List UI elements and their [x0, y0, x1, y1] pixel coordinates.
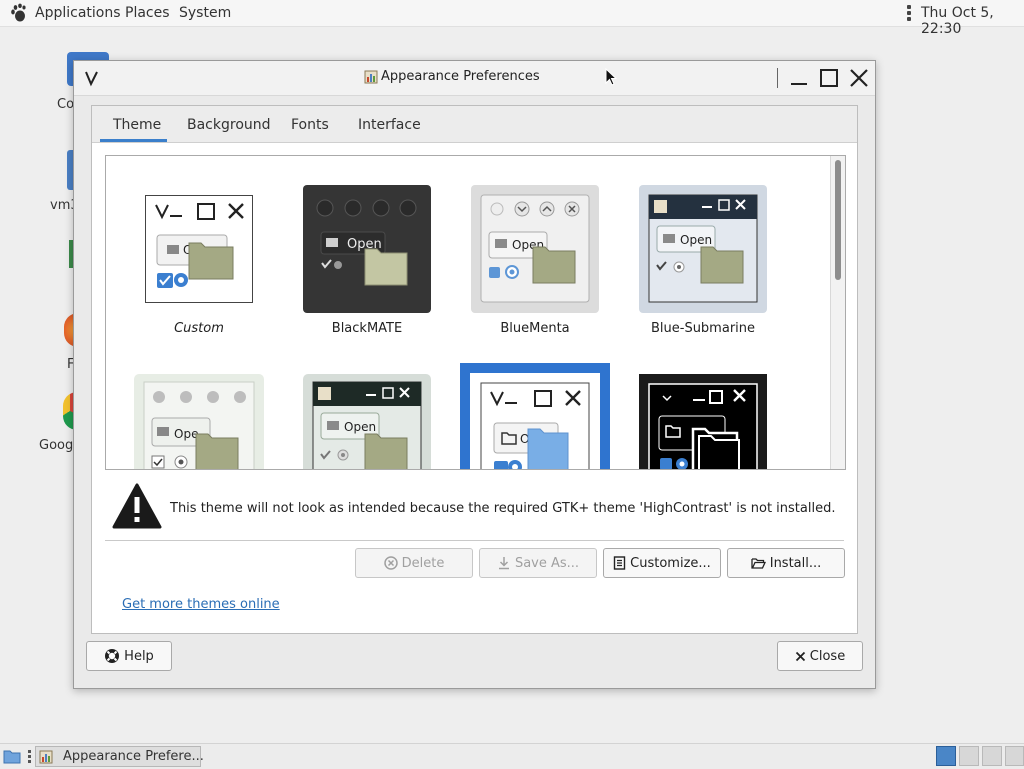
- titlebar-separator: [777, 68, 778, 88]
- tab-background[interactable]: Background: [187, 117, 271, 133]
- desktop-icon-label: Goog: [39, 438, 74, 453]
- theme-thumbnail: O: [460, 363, 610, 469]
- save-as-button[interactable]: Save As...: [479, 548, 597, 578]
- theme-thumbnail: Open: [471, 185, 599, 313]
- maximize-icon[interactable]: [818, 67, 840, 89]
- delete-icon: [383, 556, 398, 570]
- applications-menu[interactable]: Applications: [35, 5, 121, 21]
- bottom-panel: Appearance Prefere...: [0, 743, 1024, 769]
- scrollbar-thumb[interactable]: [835, 160, 841, 280]
- theme-list[interactable]: O Custom Open BlackMATE Open BlueMenta O…: [105, 155, 846, 470]
- customize-label: Customize...: [630, 555, 711, 571]
- tab-interface[interactable]: Interface: [358, 117, 421, 133]
- preferences-notebook: Theme Background Fonts Interface O Custo…: [91, 105, 858, 634]
- customize-button[interactable]: Customize...: [603, 548, 721, 578]
- help-label: Help: [124, 648, 154, 664]
- close-icon: [795, 651, 805, 661]
- save-as-label: Save As...: [514, 555, 580, 571]
- theme-list-scrollbar[interactable]: [830, 156, 845, 469]
- warning-message: This theme will not look as intended bec…: [170, 501, 836, 516]
- theme-thumbnail: Open: [303, 185, 431, 313]
- help-button[interactable]: Help: [86, 641, 172, 671]
- thumb-open-text: Open: [344, 420, 376, 434]
- workspace-3[interactable]: [982, 746, 1002, 766]
- customize-icon: [613, 556, 626, 570]
- window-titlebar[interactable]: Appearance Preferences: [74, 61, 875, 96]
- show-desktop-icon[interactable]: [3, 747, 21, 765]
- thumb-open-text: Ope: [174, 427, 198, 441]
- theme-thumbnail: Ope: [134, 374, 264, 469]
- tasklist-drag-handle[interactable]: [28, 750, 32, 764]
- appearance-preferences-window: Appearance Preferences Theme Background …: [73, 60, 876, 689]
- close-window-icon[interactable]: [848, 67, 870, 89]
- install-label: Install...: [769, 555, 822, 571]
- close-label: Close: [809, 648, 846, 664]
- clock[interactable]: Thu Oct 5, 22:30: [921, 5, 1024, 37]
- install-button[interactable]: Install...: [727, 548, 845, 578]
- active-tab-indicator: [100, 139, 167, 142]
- places-menu[interactable]: Places: [125, 5, 170, 21]
- save-icon: [498, 557, 509, 570]
- taskbar-item-label: Appearance Prefere...: [63, 749, 204, 764]
- window-menu-icon[interactable]: [82, 67, 106, 89]
- separator: [105, 540, 844, 541]
- theme-name: BlackMATE: [331, 321, 403, 336]
- tab-fonts[interactable]: Fonts: [291, 117, 329, 133]
- taskbar-item-appearance-preferences[interactable]: Appearance Prefere...: [35, 746, 204, 767]
- close-button[interactable]: Close: [777, 641, 863, 671]
- theme-thumbnail: O: [145, 195, 253, 303]
- panel-drag-handle[interactable]: [907, 5, 911, 21]
- delete-label: Delete: [401, 555, 445, 571]
- warning-icon: [112, 483, 162, 529]
- theme-name: Blue-Submarine: [650, 321, 756, 336]
- theme-thumbnail: Open: [303, 374, 431, 469]
- system-menu[interactable]: System: [179, 5, 231, 21]
- appearance-app-icon: [39, 750, 53, 764]
- tab-theme[interactable]: Theme: [113, 117, 161, 133]
- desktop-icon-label: Co: [57, 97, 75, 112]
- theme-name: Custom: [174, 321, 224, 336]
- mouse-cursor-icon: [605, 68, 618, 86]
- theme-thumbnail: [639, 374, 767, 469]
- get-more-themes-link[interactable]: Get more themes online: [122, 597, 280, 612]
- thumb-open-text: Open: [680, 233, 712, 247]
- theme-name: BlueMenta: [500, 321, 570, 336]
- window-title: Appearance Preferences: [381, 69, 540, 84]
- delete-button[interactable]: Delete: [355, 548, 473, 578]
- top-panel: Applications Places System Thu Oct 5, 22…: [0, 0, 1024, 37]
- theme-thumbnail: Open: [639, 185, 767, 313]
- workspace-4[interactable]: [1005, 746, 1024, 766]
- tab-bar: Theme Background Fonts Interface: [92, 106, 857, 143]
- folder-open-icon: [751, 557, 766, 569]
- gnome-foot-icon[interactable]: [8, 3, 28, 23]
- workspace-2[interactable]: [959, 746, 979, 766]
- minimize-icon[interactable]: [788, 67, 810, 89]
- help-icon: [105, 649, 120, 663]
- appearance-app-icon: [364, 70, 378, 84]
- workspace-1[interactable]: [936, 746, 956, 766]
